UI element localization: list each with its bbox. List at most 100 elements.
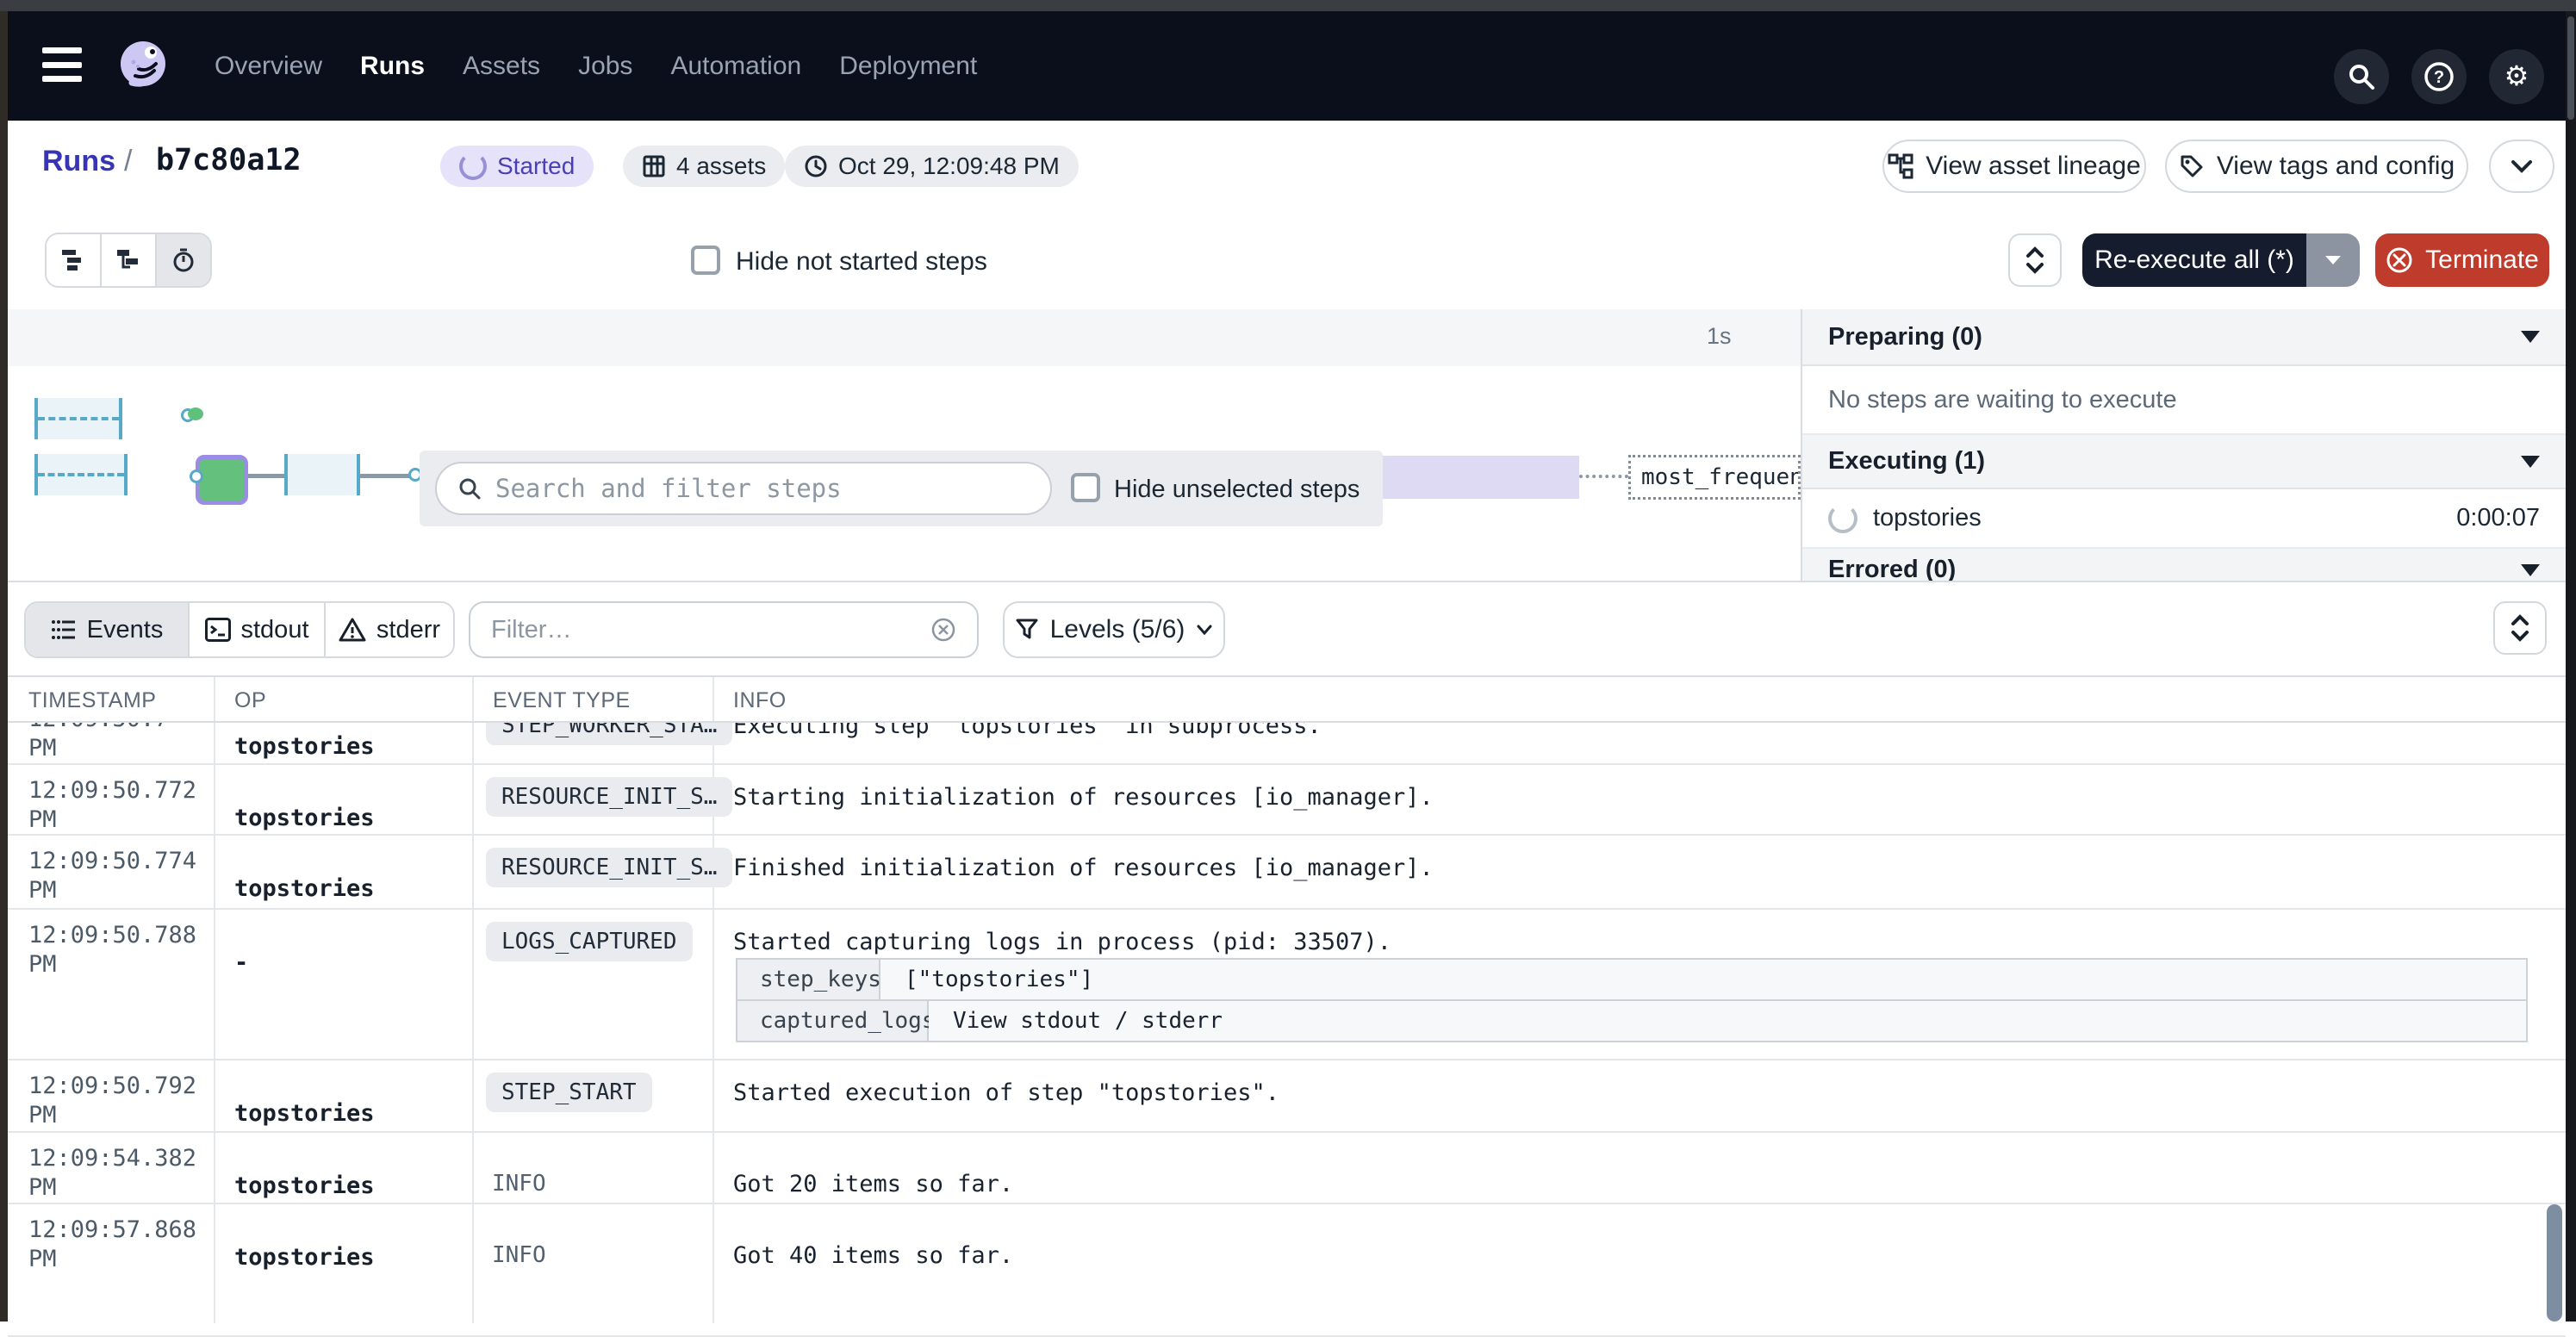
reexecute-all-button[interactable]: Re-execute all (*) [2082, 233, 2306, 287]
metadata-row: captured_logsView stdout / stderr [737, 999, 2526, 1041]
table-row[interactable]: 12:09:50.7PMtopstoriesSTEP_WORKER_STA…Ex… [8, 723, 2566, 765]
panel-section-preparing[interactable]: Preparing (0) [1802, 309, 2566, 366]
event-type-badge: RESOURCE_INIT_S… [486, 848, 732, 887]
waterfall-view-icon [115, 248, 141, 272]
dropdown-caret-icon [2324, 255, 2342, 266]
cell-timestamp: 12:09:50.788 [28, 920, 196, 951]
gantt-toolbar-row: Hide not started steps Re-execute all (*… [8, 213, 2566, 311]
collapse-chevron-icon[interactable] [2521, 456, 2540, 468]
event-type-label: INFO [492, 1171, 546, 1197]
terminate-button[interactable]: Terminate [2375, 233, 2549, 287]
event-type-badge: LOGS_CAPTURED [486, 922, 693, 961]
search-icon [457, 476, 482, 501]
cell-timestamp: 12:09:50.772 [28, 775, 196, 806]
run-actions-dropdown-button[interactable] [2489, 140, 2554, 193]
step-name[interactable]: topstories [1873, 504, 1982, 532]
step-spinner-icon [1828, 504, 1857, 533]
hide-not-started-label: Hide not started steps [736, 247, 987, 277]
cell-op: - [234, 949, 248, 976]
assets-badge[interactable]: 4 assets [623, 146, 785, 187]
run-id: b7c80a12 [156, 143, 302, 177]
levels-filter-button[interactable]: Levels (5/6) [1003, 601, 1225, 658]
dagster-logo-icon[interactable] [115, 38, 171, 95]
cell-timestamp-meridiem: PM [28, 1172, 57, 1203]
table-row[interactable]: 12:09:50.788PM-LOGS_CAPTUREDStarted capt… [8, 910, 2566, 1060]
nav-item-jobs[interactable]: Jobs [578, 52, 632, 81]
step-search-input[interactable]: Search and filter steps [435, 462, 1052, 515]
breadcrumb-runs-link[interactable]: Runs [42, 145, 115, 178]
panel-step-row[interactable]: topstories0:00:07 [1802, 489, 2566, 549]
gantt-step-waiting-2[interactable] [34, 454, 128, 495]
waterfall-view-button[interactable] [102, 234, 157, 286]
cell-timestamp: 12:09:50.792 [28, 1071, 196, 1102]
clear-filter-icon[interactable] [930, 617, 956, 643]
gantt-step-waiting-1[interactable] [34, 398, 122, 439]
metadata-value[interactable]: View stdout / stderr [929, 1001, 2526, 1041]
gantt-step-running-topstories[interactable] [196, 455, 248, 505]
events-table: TIMESTAMP OP EVENT TYPE INFO 12:09:50.7P… [8, 675, 2566, 1323]
settings-gear-icon[interactable]: ⚙ [2489, 49, 2544, 104]
gantt-step-most-frequent[interactable]: most_frequent [1628, 455, 1801, 500]
table-row[interactable]: 12:09:50.774PMtopstoriesRESOURCE_INIT_S…… [8, 836, 2566, 910]
gantt-search-overlay: Search and filter steps Hide unselected … [420, 451, 1383, 526]
log-filter-input[interactable]: Filter… [469, 601, 979, 658]
cell-timestamp: 12:09:57.868 [28, 1215, 196, 1246]
tab-stderr[interactable]: stderr [326, 603, 453, 656]
step-search-placeholder: Search and filter steps [495, 474, 842, 503]
logs-expand-button[interactable] [2493, 601, 2547, 655]
events-table-header: TIMESTAMP OP EVENT TYPE INFO [8, 677, 2566, 723]
gantt-view-mode-group [45, 233, 212, 288]
cell-timestamp: 12:09:54.382 [28, 1143, 196, 1174]
collapse-chevron-icon[interactable] [2521, 331, 2540, 343]
hide-unselected-checkbox[interactable] [1071, 473, 1100, 502]
flat-view-button[interactable] [47, 234, 102, 286]
nav-item-assets[interactable]: Assets [463, 52, 540, 81]
nav-item-overview[interactable]: Overview [215, 52, 322, 81]
nav-menu: Overview Runs Assets Jobs Automation Deployme… [215, 11, 977, 121]
tab-label: stdout [241, 616, 309, 644]
gantt-step-queued[interactable] [284, 454, 360, 495]
tab-events[interactable]: Events [26, 603, 190, 656]
asset-grid-icon [642, 154, 666, 178]
hide-not-started-checkbox[interactable] [691, 246, 720, 275]
materialization-dot[interactable] [188, 407, 203, 420]
funnel-icon [1016, 619, 1038, 641]
page-scrollbar-thumb[interactable] [2567, 16, 2574, 120]
panel-resize-button[interactable] [2008, 233, 2062, 287]
nav-item-automation[interactable]: Automation [670, 52, 801, 81]
search-icon[interactable] [2334, 49, 2389, 104]
metadata-key: captured_logs [737, 1001, 929, 1041]
logs-scrollbar-thumb[interactable] [2547, 1204, 2562, 1321]
log-tabs: Events stdout stderr [24, 601, 455, 658]
metadata-key: step_keys [737, 960, 880, 999]
nav-item-runs[interactable]: Runs [360, 52, 425, 81]
view-tags-config-button[interactable]: View tags and config [2165, 140, 2468, 193]
status-badge: Started [440, 146, 594, 187]
reexecute-dropdown-button[interactable] [2306, 233, 2360, 287]
panel-section-errored[interactable]: Errored (0) [1802, 549, 2566, 581]
table-row[interactable]: 12:09:50.772PMtopstoriesRESOURCE_INIT_S…… [8, 765, 2566, 836]
window-left-edge [0, 11, 8, 1321]
hamburger-menu-icon[interactable] [42, 47, 82, 82]
view-asset-lineage-button[interactable]: View asset lineage [1882, 140, 2146, 193]
page-scrollbar[interactable] [2566, 11, 2576, 1321]
timer-view-button[interactable] [157, 234, 210, 286]
cell-op: topstories [234, 733, 375, 760]
run-header-row: Runs / b7c80a12 Started 4 assets Oct 29,… [8, 121, 2566, 215]
table-row[interactable]: 12:09:57.868PMtopstoriesINFOGot 40 items… [8, 1204, 2566, 1337]
chevron-down-icon [1197, 625, 1212, 635]
nav-item-deployment[interactable]: Deployment [839, 52, 977, 81]
panel-empty-row: No steps are waiting to execute [1802, 366, 2566, 435]
tab-stdout[interactable]: stdout [190, 603, 326, 656]
event-metadata-table: step_keys["topstories"]captured_logsView… [736, 958, 2528, 1042]
up-down-chevrons-icon [2510, 613, 2530, 643]
start-time-badge: Oct 29, 12:09:48 PM [785, 146, 1079, 187]
cell-op: topstories [234, 875, 375, 902]
event-type-badge: RESOURCE_INIT_S… [486, 777, 732, 817]
help-icon[interactable]: ? [2411, 49, 2467, 104]
gantt-chart[interactable]: Search and filter steps Hide unselected … [8, 366, 1801, 581]
collapse-chevron-icon[interactable] [2521, 564, 2540, 576]
table-row[interactable]: 12:09:54.382PMtopstoriesINFOGot 20 items… [8, 1133, 2566, 1204]
table-row[interactable]: 12:09:50.792PMtopstoriesSTEP_STARTStarte… [8, 1060, 2566, 1133]
panel-section-executing[interactable]: Executing (1) [1802, 435, 2566, 489]
